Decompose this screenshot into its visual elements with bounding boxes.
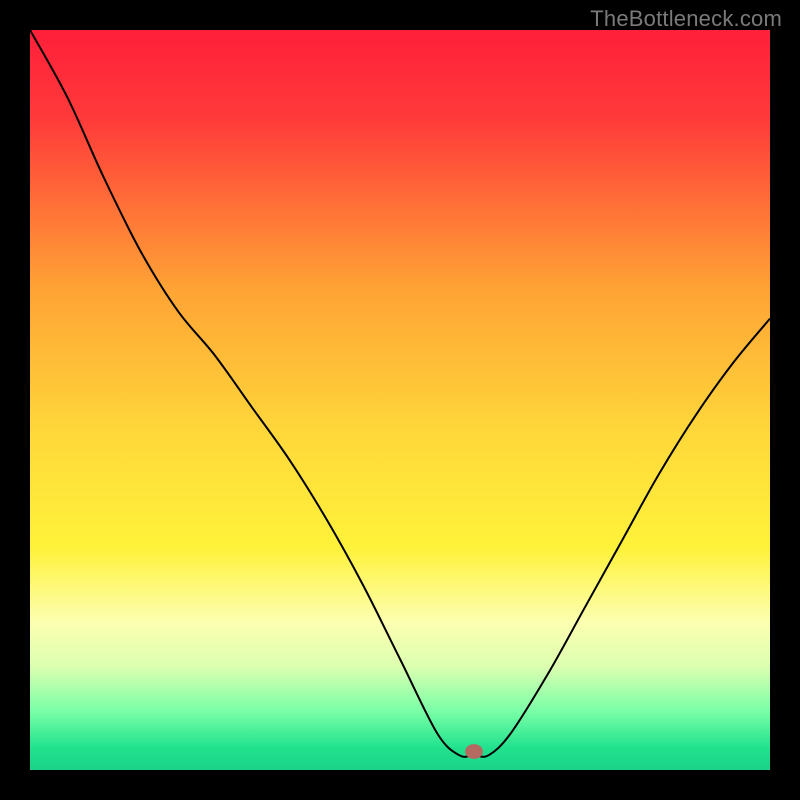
minimum-marker — [465, 744, 483, 759]
chart-container: TheBottleneck.com — [0, 0, 800, 800]
watermark-text: TheBottleneck.com — [590, 6, 782, 32]
plot-area — [30, 30, 770, 770]
bottleneck-chart — [30, 30, 770, 770]
